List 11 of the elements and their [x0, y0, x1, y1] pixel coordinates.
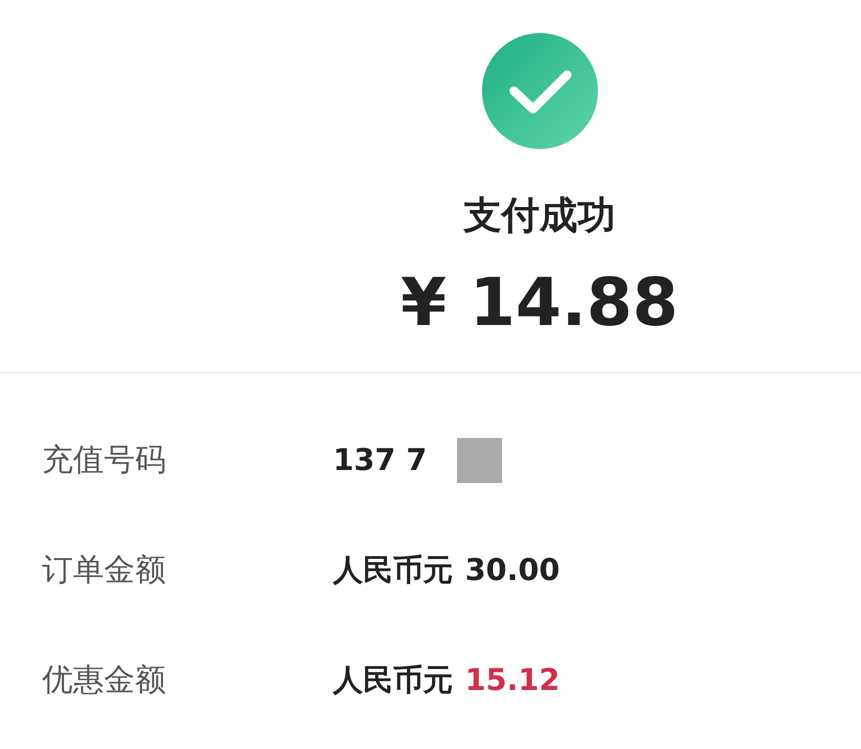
- payment-amount: ¥ 14.88: [400, 265, 678, 341]
- field-value: 人民币元: [333, 662, 453, 700]
- field-label: 订单金额: [42, 551, 167, 590]
- field-value: 人民币元: [333, 552, 453, 590]
- amount-value: 30.00: [465, 552, 560, 588]
- field-value: 137 7: [333, 442, 427, 478]
- payment-status: 支付成功: [464, 192, 616, 239]
- field-label: 充值号码: [42, 441, 167, 480]
- field-label: 优惠金额: [42, 661, 167, 700]
- amount-value: 15.12: [465, 662, 560, 698]
- success-check-icon: [482, 33, 598, 149]
